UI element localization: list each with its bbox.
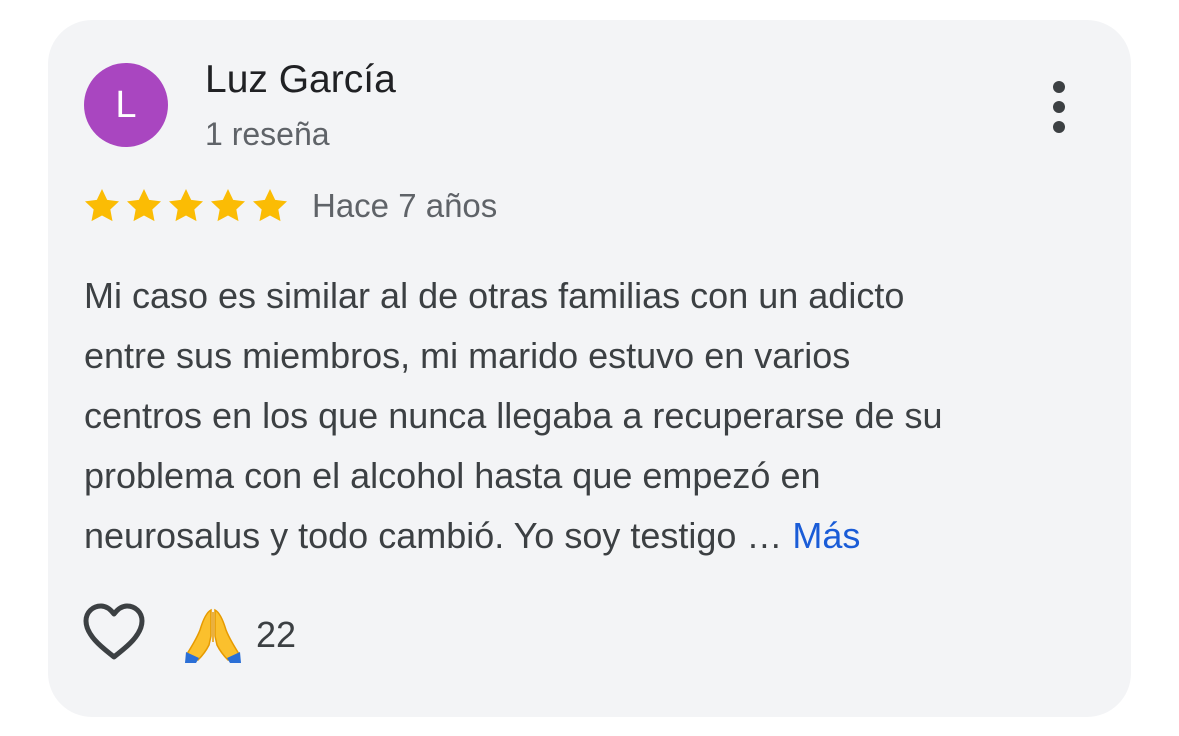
more-options-icon — [1053, 81, 1065, 93]
star-icon — [124, 186, 164, 226]
heart-outline-icon — [83, 603, 145, 660]
review-text-line: entre sus miembros, mi marido estuvo en … — [84, 326, 1104, 386]
folded-hands-emoji — [185, 608, 241, 663]
avatar-initial: L — [115, 83, 137, 126]
more-link[interactable]: Más — [792, 515, 860, 556]
review-text-line: centros en los que nunca llegaba a recup… — [84, 386, 1104, 446]
star-icon — [208, 186, 248, 226]
star-icon — [166, 186, 206, 226]
avatar[interactable]: L — [84, 63, 168, 147]
review-text-line-content: entre sus miembros, mi marido estuvo en … — [84, 335, 851, 376]
reaction-count: 22 — [256, 614, 297, 655]
review-text-line-content: Mi caso es similar al de otras familias … — [84, 275, 905, 316]
review-date: Hace 7 años — [312, 187, 498, 224]
reviewer-name[interactable]: Luz García — [205, 58, 396, 102]
like-button[interactable] — [82, 602, 146, 664]
star-icon — [250, 186, 290, 226]
review-card: L Luz García 1 reseña Hace 7 años Mi cas… — [48, 20, 1131, 717]
more-options-icon-dot — [1053, 101, 1065, 113]
more-options-button[interactable] — [1034, 75, 1084, 139]
review-text-line-content: centros en los que nunca llegaba a recup… — [84, 395, 943, 436]
review-text-line: problema con el alcohol hasta que empezó… — [84, 446, 1104, 506]
review-text-line: Mi caso es similar al de otras familias … — [84, 266, 1104, 326]
star-rating — [82, 186, 290, 226]
review-text-line-content: problema con el alcohol hasta que empezó… — [84, 455, 821, 496]
review-text: Mi caso es similar al de otras familias … — [84, 266, 1104, 566]
review-text-line: neurosalus y todo cambió. Yo soy testigo… — [84, 506, 1104, 566]
more-options-icon-dot — [1053, 121, 1065, 133]
star-icon — [82, 186, 122, 226]
reviewer-review-count: 1 reseña — [205, 116, 330, 152]
review-text-line-content: neurosalus y todo cambió. Yo soy testigo… — [84, 515, 783, 556]
reaction-chip[interactable]: 22 — [184, 606, 296, 664]
